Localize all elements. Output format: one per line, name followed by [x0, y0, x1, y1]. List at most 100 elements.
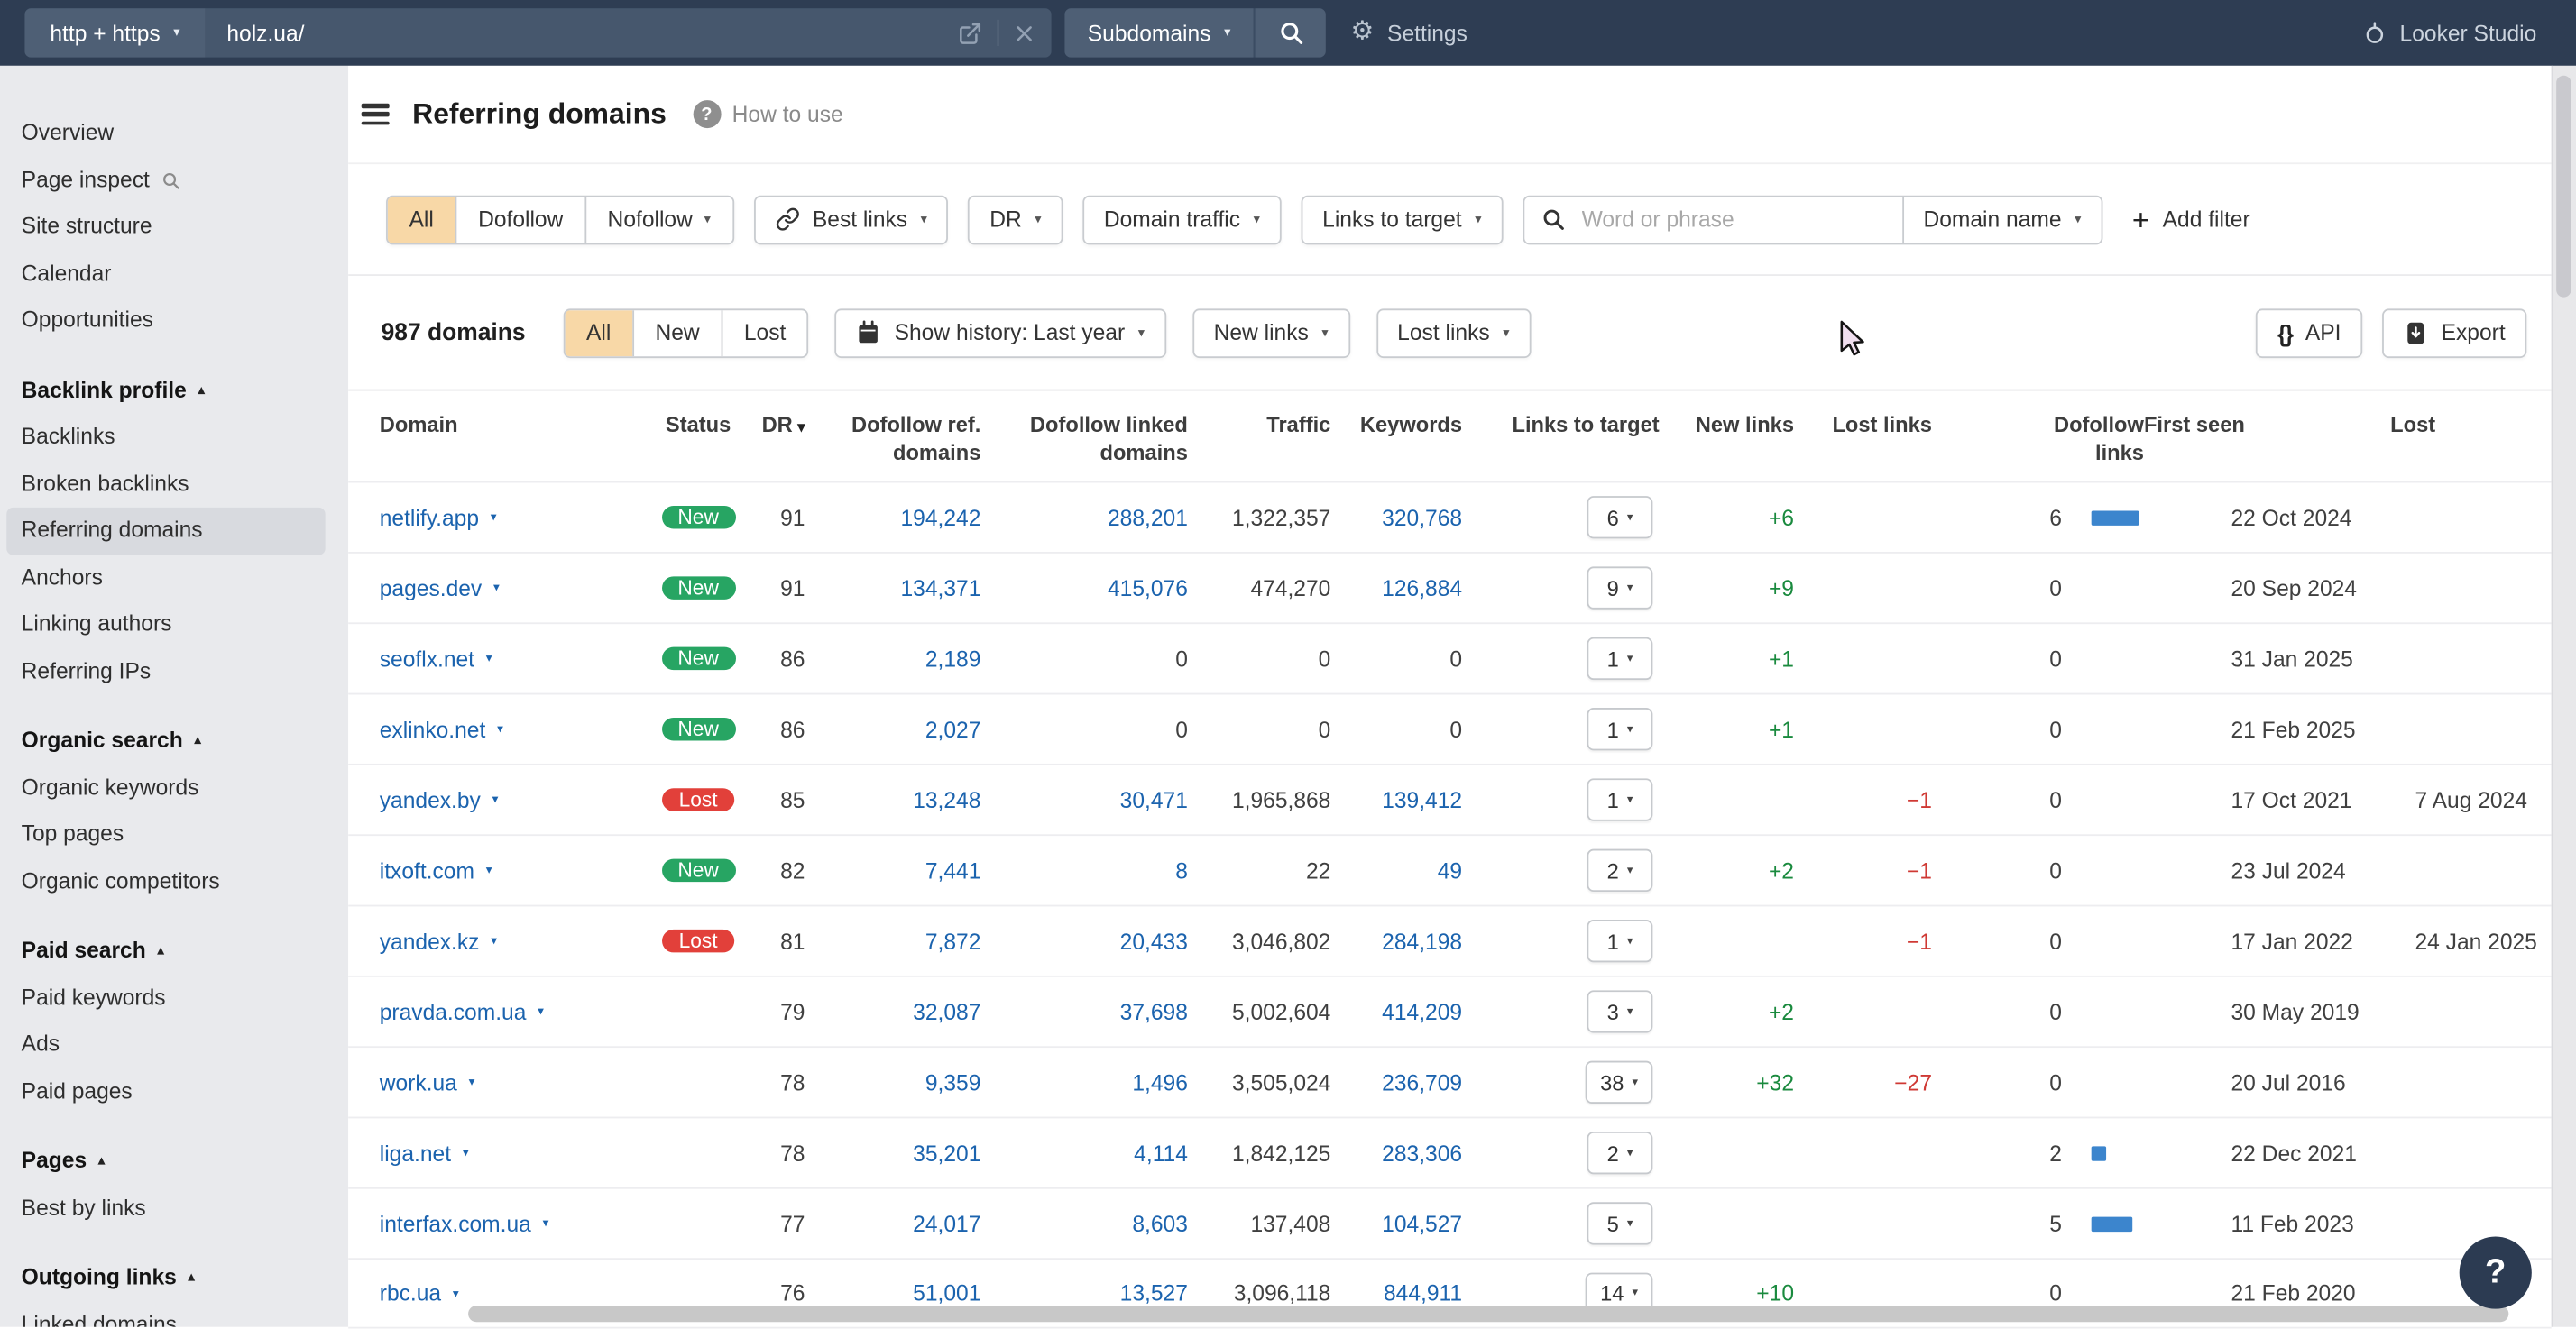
sidebar-item-calendar[interactable]: Calendar	[6, 251, 325, 298]
status-tab-new[interactable]: New	[632, 309, 721, 355]
sidebar-item-overview[interactable]: Overview	[6, 110, 325, 157]
domain-link[interactable]: interfax.com.ua▾	[380, 1211, 662, 1235]
dofollow-linked-domains-link[interactable]: 4,114	[1134, 1141, 1188, 1165]
dofollow-ref-domains-link[interactable]: 194,242	[900, 505, 980, 529]
keywords-link[interactable]: 283,306	[1382, 1141, 1462, 1165]
export-button[interactable]: Export	[2382, 308, 2526, 358]
dofollow-linked-domains-link[interactable]: 20,433	[1120, 929, 1188, 953]
domain-link[interactable]: rbc.ua▾	[380, 1281, 662, 1306]
dofollow-linked-domains-link[interactable]: 288,201	[1108, 505, 1188, 529]
links-to-target-dropdown[interactable]: 1▾	[1587, 778, 1653, 820]
status-tab-lost[interactable]: Lost	[721, 309, 807, 355]
status-tab-all[interactable]: All	[565, 309, 632, 355]
sidebar-section-header[interactable]: Pages▴	[0, 1138, 348, 1185]
column-header-keywords[interactable]: Keywords	[1330, 410, 1462, 466]
vertical-scrollbar-thumb[interactable]	[2556, 76, 2571, 298]
menu-icon[interactable]	[362, 104, 390, 125]
column-header-dofollow_links[interactable]: Dofollowlinks	[1932, 410, 2144, 466]
domain-link[interactable]: netlify.app▾	[380, 505, 662, 529]
dofollow-ref-domains-link[interactable]: 13,248	[913, 787, 980, 811]
dofollow-ref-domains-link[interactable]: 7,872	[925, 929, 981, 953]
links-to-target-dropdown[interactable]: 2▾	[1587, 849, 1653, 892]
domain-link[interactable]: yandex.by▾	[380, 787, 662, 811]
links-to-target-dropdown[interactable]: 3▾	[1587, 990, 1653, 1032]
keywords-link[interactable]: 844,911	[1384, 1281, 1462, 1306]
links-to-target-dropdown[interactable]: 5▾	[1587, 1202, 1653, 1244]
column-header-dr[interactable]: DR▾	[734, 410, 805, 466]
sidebar-item-referring-ips[interactable]: Referring IPs	[6, 648, 325, 695]
dofollow-ref-domains-link[interactable]: 134,371	[900, 575, 980, 600]
dofollow-linked-domains-link[interactable]: 8,603	[1132, 1211, 1188, 1235]
url-input[interactable]: holz.ua/	[206, 8, 1052, 58]
sidebar-item-site-structure[interactable]: Site structure	[6, 204, 325, 251]
dofollow-ref-domains-link[interactable]: 32,087	[913, 999, 980, 1023]
sidebar-item-anchors[interactable]: Anchors	[6, 555, 325, 601]
how-to-use-link[interactable]: ? How to use	[693, 100, 843, 128]
sidebar-item-paid-pages[interactable]: Paid pages	[6, 1068, 325, 1115]
search-mode-dropdown[interactable]: Domain name ▾	[1902, 197, 2102, 243]
column-header-dofollow_ref[interactable]: Dofollow ref.domains	[805, 410, 981, 466]
follow-tab-nofollow[interactable]: Nofollow▾	[584, 197, 732, 243]
show-history-dropdown[interactable]: Show history: Last year ▾	[835, 308, 1166, 358]
dofollow-linked-domains-link[interactable]: 1,496	[1132, 1070, 1188, 1095]
keywords-link[interactable]: 139,412	[1382, 787, 1462, 811]
domain-link[interactable]: pages.dev▾	[380, 575, 662, 600]
dofollow-ref-domains-link[interactable]: 24,017	[913, 1211, 980, 1235]
sidebar-item-top-pages[interactable]: Top pages	[6, 811, 325, 858]
domain-link[interactable]: exlinko.net▾	[380, 717, 662, 741]
domain-link[interactable]: work.ua▾	[380, 1070, 662, 1095]
sidebar-item-linked-domains[interactable]: Linked domains	[6, 1301, 325, 1326]
column-header-traffic[interactable]: Traffic	[1188, 410, 1330, 466]
filter-links-to-target-dropdown[interactable]: Links to target▾	[1301, 195, 1503, 244]
dofollow-ref-domains-link[interactable]: 2,027	[925, 717, 981, 741]
keywords-link[interactable]: 320,768	[1382, 505, 1462, 529]
domain-link[interactable]: liga.net▾	[380, 1141, 662, 1165]
search-submit-button[interactable]	[1256, 8, 1326, 58]
domain-link[interactable]: seoflx.net▾	[380, 646, 662, 671]
vertical-scrollbar[interactable]	[2552, 66, 2576, 1327]
dofollow-linked-domains-link[interactable]: 8	[1175, 858, 1188, 883]
sidebar-item-broken-backlinks[interactable]: Broken backlinks	[6, 461, 325, 508]
protocol-dropdown[interactable]: http + https ▾	[24, 8, 205, 58]
dofollow-ref-domains-link[interactable]: 7,441	[925, 858, 981, 883]
dofollow-linked-domains-link[interactable]: 37,698	[1120, 999, 1188, 1023]
links-to-target-dropdown[interactable]: 2▾	[1587, 1132, 1653, 1174]
links-to-target-dropdown[interactable]: 38▾	[1586, 1061, 1653, 1104]
filter-domain-traffic-dropdown[interactable]: Domain traffic▾	[1082, 195, 1281, 244]
dofollow-ref-domains-link[interactable]: 51,001	[913, 1281, 980, 1306]
sidebar-item-opportunities[interactable]: Opportunities	[6, 298, 325, 344]
new-links-dropdown[interactable]: New links ▾	[1192, 308, 1349, 358]
open-external-icon[interactable]	[958, 21, 982, 45]
dofollow-linked-domains-link[interactable]: 30,471	[1120, 787, 1188, 811]
column-header-lost_links[interactable]: Lost links	[1794, 410, 1932, 466]
sidebar-item-linking-authors[interactable]: Linking authors	[6, 601, 325, 648]
filter-dr-dropdown[interactable]: DR▾	[969, 195, 1063, 244]
dofollow-linked-domains-link[interactable]: 13,527	[1120, 1281, 1188, 1306]
looker-studio-button[interactable]: Looker Studio	[2362, 20, 2537, 46]
keywords-link[interactable]: 284,198	[1382, 929, 1462, 953]
keywords-link[interactable]: 104,527	[1382, 1211, 1462, 1235]
sidebar-section-header[interactable]: Organic search▴	[0, 718, 348, 765]
phrase-search-input[interactable]	[1578, 206, 1848, 234]
column-header-domain[interactable]: Domain	[380, 410, 662, 466]
settings-button[interactable]: ⚙ Settings	[1350, 20, 1467, 46]
column-header-first_seen[interactable]: First seen	[2144, 410, 2390, 466]
filter-best-links-dropdown[interactable]: Best links▾	[753, 195, 948, 244]
links-to-target-dropdown[interactable]: 6▾	[1587, 496, 1653, 538]
sidebar-item-page-inspect[interactable]: Page inspect	[6, 157, 325, 204]
domain-link[interactable]: itxoft.com▾	[380, 858, 662, 883]
keywords-link[interactable]: 236,709	[1382, 1070, 1462, 1095]
follow-tab-dofollow[interactable]: Dofollow	[455, 197, 584, 243]
links-to-target-dropdown[interactable]: 9▾	[1587, 566, 1653, 609]
scope-dropdown[interactable]: Subdomains ▾	[1064, 8, 1254, 58]
keywords-link[interactable]: 126,884	[1382, 575, 1462, 600]
domain-link[interactable]: pravda.com.ua▾	[380, 999, 662, 1023]
column-header-lost[interactable]: Lost	[2390, 410, 2552, 466]
api-button[interactable]: {} API	[2256, 308, 2362, 358]
sidebar-item-organic-keywords[interactable]: Organic keywords	[6, 765, 325, 811]
links-to-target-dropdown[interactable]: 1▾	[1587, 920, 1653, 962]
follow-tab-all[interactable]: All	[388, 197, 455, 243]
sidebar-item-organic-competitors[interactable]: Organic competitors	[6, 858, 325, 905]
domain-link[interactable]: yandex.kz▾	[380, 929, 662, 953]
sidebar-item-backlinks[interactable]: Backlinks	[6, 414, 325, 461]
